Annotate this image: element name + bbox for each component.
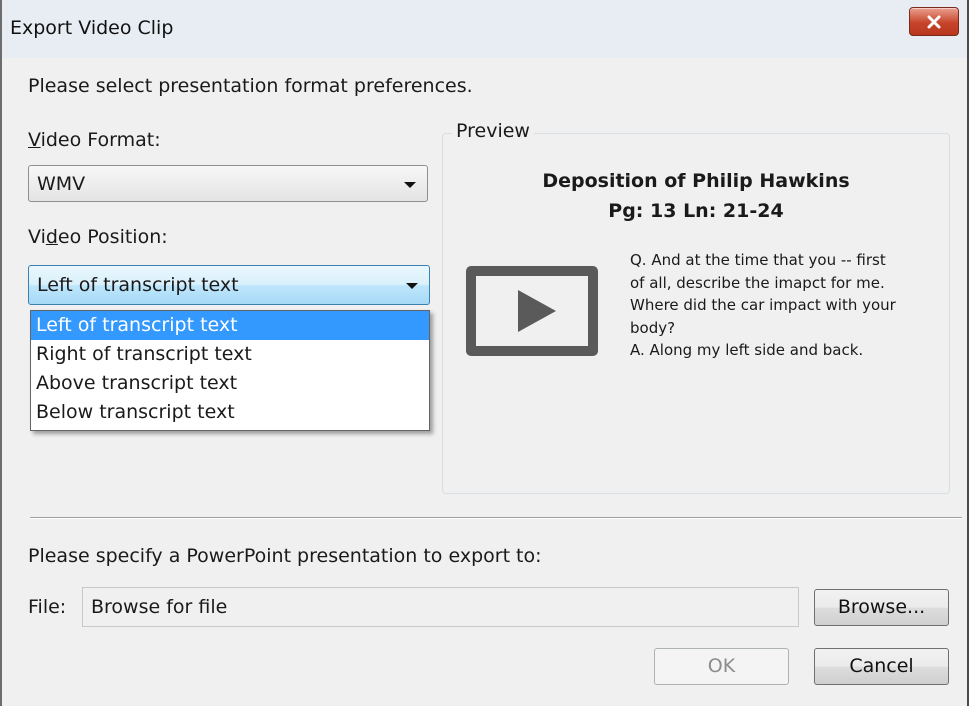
transcript-line: Where did the car impact with your [630, 296, 896, 314]
transcript-line: body? [630, 318, 676, 337]
video-position-label-pre: Vi [28, 226, 46, 248]
title-bar[interactable]: Export Video Clip [2, 0, 967, 58]
file-path-placeholder: Browse for file [91, 596, 228, 618]
instructions-text: Please select presentation format prefer… [28, 75, 473, 97]
ok-button[interactable]: OK [654, 648, 789, 685]
window-title: Export Video Clip [10, 17, 174, 39]
close-icon [927, 15, 941, 28]
dropdown-option-below[interactable]: Below transcript text [31, 398, 429, 427]
play-triangle [518, 290, 556, 332]
video-position-dropdown-list: Left of transcript text Right of transcr… [30, 310, 430, 431]
separator [30, 517, 962, 519]
video-position-mnemonic: d [45, 226, 58, 248]
cancel-button[interactable]: Cancel [814, 648, 949, 685]
export-video-clip-dialog: Export Video Clip Please select presenta… [0, 0, 969, 706]
dropdown-option-left[interactable]: Left of transcript text [31, 311, 429, 340]
transcript-line: of all, describe the imapct for me. [630, 273, 885, 292]
file-path-field[interactable]: Browse for file [82, 587, 799, 627]
video-format-select[interactable]: WMV [28, 165, 428, 202]
chevron-down-icon [404, 182, 416, 188]
preview-title: Deposition of Philip Hawkins [542, 170, 850, 192]
video-position-label-text: eo Position: [57, 226, 168, 248]
video-position-label: Video Position: [28, 226, 168, 248]
video-format-label-text: ideo Format: [40, 129, 161, 151]
transcript-line: A. Along my left side and back. [630, 341, 864, 359]
file-label: File: [28, 596, 67, 618]
browse-button[interactable]: Browse... [814, 589, 949, 626]
chevron-down-icon [406, 283, 418, 289]
play-icon [466, 266, 598, 356]
dropdown-option-right[interactable]: Right of transcript text [31, 340, 429, 369]
dropdown-option-above[interactable]: Above transcript text [31, 369, 429, 398]
preview-legend: Preview [452, 120, 534, 142]
transcript-line: Q. And at the time that you -- first [630, 251, 886, 269]
video-format-value: WMV [37, 173, 86, 195]
preview-page-line: Pg: 13 Ln: 21-24 [608, 200, 784, 222]
video-format-mnemonic: V [28, 129, 41, 151]
export-prompt: Please specify a PowerPoint presentation… [28, 545, 542, 567]
close-button[interactable] [909, 7, 959, 36]
video-position-select[interactable]: Left of transcript text [28, 265, 430, 305]
video-format-label: Video Format: [28, 129, 161, 151]
preview-transcript: Q. And at the time that you -- first of … [630, 249, 945, 362]
video-position-value: Left of transcript text [37, 274, 239, 296]
